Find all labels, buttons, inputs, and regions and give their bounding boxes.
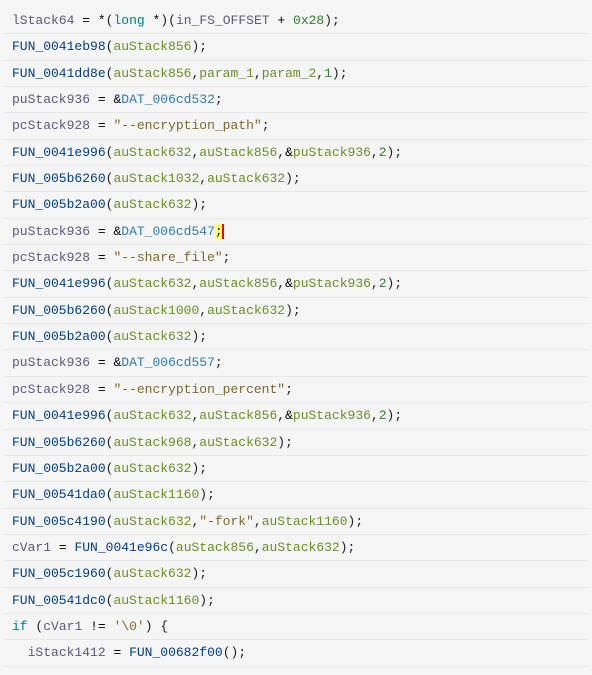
code-line: FUN_005b2a00(auStack632); (4, 456, 588, 482)
keyword-token: long (113, 13, 144, 28)
code-line: FUN_005b6260(auStack1000,auStack632); (4, 298, 588, 324)
param-token: auStack632 (199, 435, 277, 450)
param-token: auStack856 (113, 39, 191, 54)
code-line: FUN_0041e996(auStack632,auStack856,&puSt… (4, 271, 588, 297)
param-token: auStack632 (113, 408, 191, 423)
func-token: FUN_0041eb98 (12, 39, 106, 54)
var-token: lStack64 (12, 13, 74, 28)
func-token: FUN_0041e996 (12, 408, 106, 423)
func-token: FUN_005b2a00 (12, 461, 106, 476)
param-token: auStack632 (262, 540, 340, 555)
code-line: FUN_0041e996(auStack632,auStack856,&puSt… (4, 403, 588, 429)
num-token: 0x28 (293, 13, 324, 28)
var-token: cVar1 (43, 619, 82, 634)
param-token: auStack632 (113, 145, 191, 160)
code-line: FUN_00541dc0(auStack1160); (4, 588, 588, 614)
param-token: puStack936 (293, 145, 371, 160)
code-line: pcStack928 = "--encryption_path"; (4, 113, 588, 139)
func-token: FUN_005b6260 (12, 435, 106, 450)
param-token: puStack936 (293, 276, 371, 291)
code-line: FUN_005c4190(auStack632,"-fork",auStack1… (4, 509, 588, 535)
code-line: FUN_0041e996(auStack632,auStack856,&puSt… (4, 140, 588, 166)
var-token: puStack936 (12, 92, 90, 107)
func-token: FUN_00541da0 (12, 487, 106, 502)
string-token: '\0' (113, 619, 144, 634)
param-token: param_2 (262, 66, 317, 81)
param-token: auStack632 (113, 276, 191, 291)
code-line: pcStack928 = "--encryption_percent"; (4, 377, 588, 403)
num-token: 2 (379, 408, 387, 423)
var-token: pcStack928 (12, 118, 90, 133)
code-line: FUN_0041dd8e(auStack856,param_1,param_2,… (4, 61, 588, 87)
global-token: DAT_006cd532 (121, 92, 215, 107)
code-line: cVar1 = FUN_0041e96c(auStack856,auStack6… (4, 535, 588, 561)
code-line: if (cVar1 != '\0') { (4, 614, 588, 640)
func-token: FUN_0041e996 (12, 145, 106, 160)
num-token: 1 (324, 66, 332, 81)
code-line: pcStack928 = "--share_file"; (4, 245, 588, 271)
param-token: auStack632 (113, 461, 191, 476)
code-line: puStack936 = &DAT_006cd557; (4, 350, 588, 376)
num-token: 2 (379, 145, 387, 160)
var-token: in_FS_OFFSET (176, 13, 270, 28)
var-token: cVar1 (12, 540, 51, 555)
param-token: auStack1032 (113, 171, 199, 186)
param-token: auStack632 (113, 329, 191, 344)
param-token: auStack632 (113, 197, 191, 212)
code-line: puStack936 = &DAT_006cd547; (4, 219, 588, 245)
code-line: FUN_0041eb98(auStack856); (4, 34, 588, 60)
string-token: "--share_file" (113, 250, 222, 265)
func-token: FUN_005c4190 (12, 514, 106, 529)
param-token: auStack856 (176, 540, 254, 555)
global-token: DAT_006cd557 (121, 355, 215, 370)
code-line: FUN_005c1960(auStack632); (4, 561, 588, 587)
param-token: auStack856 (199, 408, 277, 423)
code-line: FUN_005b2a00(auStack632); (4, 192, 588, 218)
code-line: FUN_005b6260(auStack1032,auStack632); (4, 166, 588, 192)
var-token: puStack936 (12, 355, 90, 370)
param-token: auStack1160 (113, 487, 199, 502)
param-token: auStack856 (113, 66, 191, 81)
func-token: FUN_0041e96c (74, 540, 168, 555)
global-token: DAT_006cd547 (121, 224, 215, 239)
code-line: FUN_00541da0(auStack1160); (4, 482, 588, 508)
func-token: FUN_00541dc0 (12, 593, 106, 608)
func-token: FUN_0041dd8e (12, 66, 106, 81)
code-line: FUN_005b2a00(auStack632); (4, 324, 588, 350)
func-token: FUN_0041e996 (12, 276, 106, 291)
func-token: FUN_005b2a00 (12, 329, 106, 344)
param-token: auStack1000 (113, 303, 199, 318)
param-token: auStack632 (113, 514, 191, 529)
num-token: 2 (379, 276, 387, 291)
func-token: FUN_005b6260 (12, 171, 106, 186)
param-token: auStack632 (113, 566, 191, 581)
var-token: pcStack928 (12, 382, 90, 397)
param-token: auStack632 (207, 303, 285, 318)
param-token: auStack856 (199, 145, 277, 160)
func-token: FUN_00682f00 (129, 645, 223, 660)
string-token: "--encryption_path" (113, 118, 261, 133)
param-token: auStack1160 (262, 514, 348, 529)
var-token: pcStack928 (12, 250, 90, 265)
func-token: FUN_005b2a00 (12, 197, 106, 212)
keyword-token: if (12, 619, 28, 634)
param-token: auStack632 (207, 171, 285, 186)
param-token: param_1 (199, 66, 254, 81)
param-token: auStack968 (113, 435, 191, 450)
string-token: "--encryption_percent" (113, 382, 285, 397)
code-line: iStack1412 = FUN_00682f00(); (4, 640, 588, 666)
var-token: iStack1412 (28, 645, 106, 660)
param-token: auStack1160 (113, 593, 199, 608)
param-token: puStack936 (293, 408, 371, 423)
func-token: FUN_005b6260 (12, 303, 106, 318)
code-line: lStack64 = *(long *)(in_FS_OFFSET + 0x28… (4, 8, 588, 34)
code-line: FUN_005b6260(auStack968,auStack632); (4, 430, 588, 456)
string-token: "-fork" (199, 514, 254, 529)
var-token: puStack936 (12, 224, 90, 239)
code-line: puStack936 = &DAT_006cd532; (4, 87, 588, 113)
text-cursor (222, 224, 224, 239)
func-token: FUN_005c1960 (12, 566, 106, 581)
param-token: auStack856 (199, 276, 277, 291)
